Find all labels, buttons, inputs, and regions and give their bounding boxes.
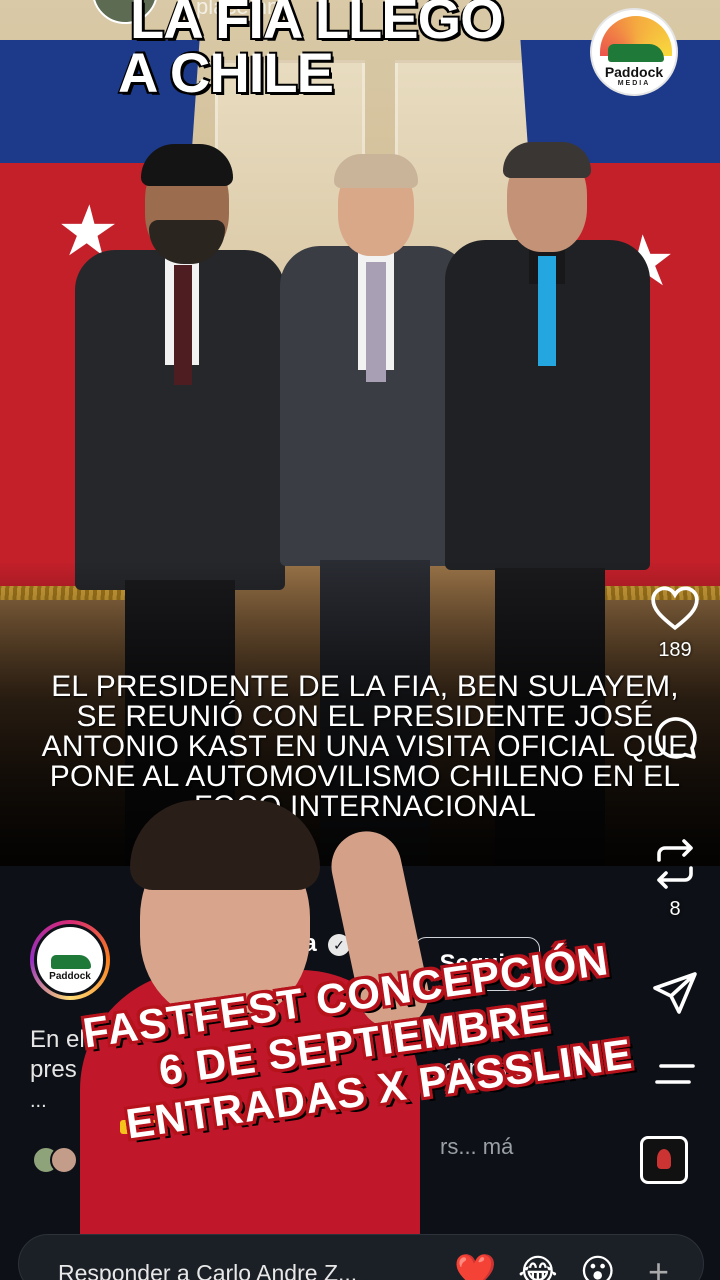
repost-icon[interactable] [651,838,699,890]
reply-input[interactable]: Responder a Carlo Andre Z... [58,1260,357,1280]
repost-count: 8 [669,898,681,920]
comment-icon[interactable] [651,715,699,763]
headline-line-1: LA FIA LLEGÓ [130,0,504,50]
action-rail: 189 8 [630,0,720,1280]
send-icon[interactable] [651,970,699,1016]
more-action[interactable] [630,1062,720,1086]
share-action[interactable] [630,970,720,1016]
wow-emoji-reaction[interactable]: 😮 [580,1252,615,1280]
comment-action[interactable] [630,715,720,763]
menu-lines-icon[interactable] [653,1062,697,1086]
liked-by-text[interactable]: rs... má [440,1134,513,1160]
like-action[interactable]: 189 [630,585,720,662]
like-count: 189 [658,639,692,661]
heart-icon[interactable] [650,585,700,631]
repost-action[interactable]: 8 [630,838,720,921]
heart-emoji-reaction[interactable]: ❤️ [454,1252,496,1280]
audio-sticker-icon[interactable] [640,1136,688,1184]
headline-line-2: A CHILE [118,41,334,104]
add-reaction-icon[interactable]: + [648,1252,669,1280]
laugh-emoji-reaction[interactable]: 😂 [518,1252,558,1280]
description-more[interactable]: ... [30,1090,47,1113]
post-headline: LA FIA LLEGÓ A CHILE [118,0,578,101]
